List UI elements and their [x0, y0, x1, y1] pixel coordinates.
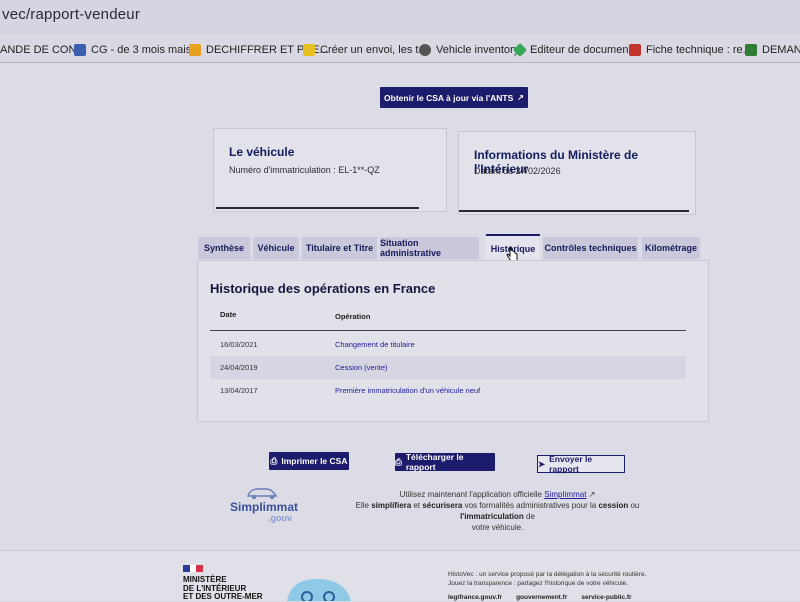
promo-text: Elle	[355, 501, 369, 510]
ministry-card: Informations du Ministère de l'Intérieur…	[458, 131, 696, 215]
tab-vehicule[interactable]: Véhicule	[253, 237, 299, 259]
tab-kilometrage[interactable]: Kilométrage	[642, 237, 700, 259]
row-operation: Première immatriculation d'un véhicule n…	[335, 386, 481, 395]
obtain-csa-label: Obtenir le CSA à jour via l'ANTS	[384, 92, 514, 103]
registration-number: Numéro d'immatriculation : EL-1**-QZ	[229, 165, 380, 175]
tab-titulaire[interactable]: Titulaire et Titre	[302, 237, 377, 259]
car-logo-icon	[247, 488, 278, 500]
promo-text: Utilisez maintenant l'application offici…	[399, 490, 542, 499]
bookmark-4[interactable]: Créer un envoi, les t...	[303, 42, 428, 58]
bookmark-8[interactable]: DEMANDE	[745, 42, 800, 58]
bookmark-6[interactable]: Editeur de documen...	[512, 42, 638, 58]
send-icon: ➤	[538, 458, 546, 469]
promo-line-1: Utilisez maintenant l'application offici…	[330, 489, 665, 500]
ministry-line: ET DES OUTRE-MER	[183, 592, 263, 601]
pdf-icon	[629, 44, 641, 56]
footer: MINISTÈRE DE L'INTÉRIEUR ET DES OUTRE-ME…	[0, 550, 800, 601]
row-date: 16/03/2021	[220, 340, 258, 349]
bookmark-2[interactable]: CG - de 3 mois mais...	[74, 42, 200, 58]
promo-text: de	[526, 512, 535, 521]
row-date: 13/04/2017	[220, 386, 258, 395]
send-report-button[interactable]: ➤ Envoyer le rapport	[537, 454, 625, 474]
simplimmat-promo: Utilisez maintenant l'application offici…	[330, 489, 665, 533]
tab-label: Titulaire et Titre	[305, 243, 374, 253]
shipping-icon	[303, 44, 315, 56]
row-date: 24/04/2019	[220, 363, 258, 372]
tab-label: Kilométrage	[644, 243, 697, 253]
vehicle-card: Le véhicule Numéro d'immatriculation : E…	[213, 128, 447, 212]
car-icon	[419, 44, 431, 56]
footer-text: Jouez la transparence : partagez l'histo…	[448, 580, 629, 587]
footer-description: HistoVec : un service proposé par la dél…	[448, 570, 646, 588]
promo-bold: sécurisera	[422, 501, 463, 510]
bookmark-label: CG - de 3 mois mais...	[91, 44, 201, 56]
tab-label: Contrôles techniques	[544, 243, 637, 253]
card-underline	[459, 210, 689, 212]
bookmark-label: DEMANDE	[762, 44, 800, 56]
bookmark-label: Fiche technique : re...	[646, 44, 752, 56]
external-link-icon: ↗	[517, 93, 524, 102]
obtain-csa-button[interactable]: Obtenir le CSA à jour via l'ANTS ↗	[380, 87, 528, 108]
promo-line-3: votre véhicule.	[471, 523, 524, 532]
history-title: Historique des opérations en France	[210, 281, 436, 296]
print-csa-button[interactable]: ⎙ Imprimer le CSA	[269, 452, 349, 470]
promo-bold: cession	[598, 501, 629, 510]
ministry-logo: MINISTÈRE DE L'INTÉRIEUR ET DES OUTRE-ME…	[183, 575, 263, 602]
simplimmat-logo-sub: .gouv	[268, 513, 292, 523]
histovec-logo-icon	[287, 579, 351, 601]
promo-bold: simplifiera	[371, 501, 412, 510]
tab-label: Situation administrative	[380, 238, 442, 258]
document-icon	[74, 44, 86, 56]
column-header-date: Date	[220, 310, 237, 319]
ministry-date: Datant du 27/02/2026	[474, 166, 561, 176]
row-operation: Cession (vente)	[335, 363, 388, 372]
simplimmat-link[interactable]: SimpIimmat	[544, 490, 586, 499]
column-header-operation: Opération	[335, 312, 371, 321]
download-report-label: Télécharger le rapport	[405, 452, 464, 472]
footer-text: HistoVec : un service proposé par la dél…	[448, 571, 647, 578]
bookmark-5[interactable]: Vehicle inventory	[419, 42, 519, 58]
simplimmat-logo-text: SimpIimmat	[230, 500, 299, 514]
folder-icon	[189, 44, 201, 56]
sheet-icon	[745, 44, 757, 56]
table-row: 24/04/2019 Cession (vente)	[210, 356, 686, 379]
bookmark-label: Editeur de documen...	[530, 44, 638, 56]
bookmark-7[interactable]: Fiche technique : re...	[629, 42, 752, 58]
table-row: 13/04/2017 Première immatriculation d'un…	[210, 379, 686, 402]
promo-text: et	[413, 501, 421, 510]
download-icon: ⎙	[395, 456, 402, 467]
promo-line-2: Elle simplifiera et sécurisera vos forma…	[330, 500, 665, 522]
tab-situation-administrative[interactable]: Situation administrative	[380, 237, 479, 259]
marianne-flag-icon	[183, 565, 204, 572]
download-report-button[interactable]: ⎙ Télécharger le rapport	[395, 452, 495, 472]
address-bar[interactable]: vec/rapport-vendeur	[0, 0, 800, 34]
table-row: 16/03/2021 Changement de titulaire	[210, 333, 686, 356]
vehicle-card-title: Le véhicule	[229, 145, 295, 159]
table-header-divider	[210, 330, 686, 331]
row-operation: Changement de titulaire	[335, 340, 415, 349]
url-text[interactable]: vec/rapport-vendeur	[2, 6, 140, 23]
promo-text: vos formalités administratives pour la	[464, 501, 597, 510]
bookmark-1[interactable]: ANDE DE CON...	[0, 42, 86, 58]
send-report-label: Envoyer le rapport	[549, 454, 593, 474]
promo-bold: l'immatriculation	[460, 512, 524, 521]
drive-icon	[512, 42, 528, 58]
simplimmat-logo[interactable]: SimpIimmat .gouv	[230, 486, 305, 526]
tab-label: Synthèse	[203, 243, 245, 253]
bookmarks-bar: ANDE DE CON... CG - de 3 mois mais... DE…	[0, 36, 800, 63]
bookmark-label: Vehicle inventory	[436, 44, 520, 56]
bookmark-label: Créer un envoi, les t...	[320, 44, 428, 56]
card-underline	[216, 207, 419, 209]
external-link-icon: ↗	[588, 490, 596, 499]
history-panel: Historique des opérations en France Date…	[197, 260, 709, 422]
printer-icon: ⎙	[270, 455, 278, 466]
promo-text: ou	[630, 501, 640, 510]
tab-controles-techniques[interactable]: Contrôles techniques	[543, 237, 638, 259]
tab-synthese[interactable]: Synthèse	[198, 237, 250, 259]
tab-label: Véhicule	[257, 243, 295, 253]
print-csa-label: Imprimer le CSA	[281, 456, 348, 466]
bookmark-label: ANDE DE CON...	[0, 44, 86, 56]
